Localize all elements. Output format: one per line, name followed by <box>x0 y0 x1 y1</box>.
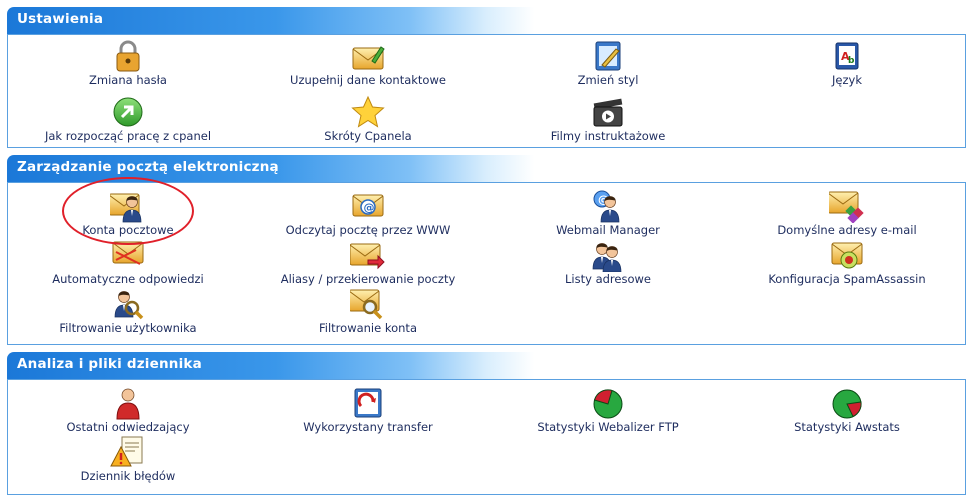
item-label: Filmy instruktażowe <box>550 129 666 143</box>
item-label: Statystyki Awstats <box>794 420 900 434</box>
email-accounts-link[interactable]: Konta pocztowe <box>8 189 248 237</box>
item-label: Webmail Manager <box>556 223 660 237</box>
item-label: Filtrowanie użytkownika <box>59 321 197 335</box>
item-label: Ostatni odwiedzający <box>66 420 190 434</box>
language-link[interactable]: A b Język <box>727 39 967 87</box>
item-label: Domyślne adresy e-mail <box>777 223 917 237</box>
awstats-link[interactable]: Statystyki Awstats <box>727 386 967 434</box>
error-log-icon <box>110 436 143 467</box>
shortcuts-link[interactable]: Skróty Cpanela <box>248 95 488 143</box>
section-logs: Analiza i pliki dziennika Ostatni odwied… <box>7 352 966 495</box>
change-style-link[interactable]: Zmień styl <box>488 39 728 87</box>
item-label: Filtrowanie konta <box>319 321 417 335</box>
item-label: Listy adresowe <box>565 272 651 286</box>
section-ustawienia: Ustawienia Zmiana hasła Uzupełnij dane k… <box>7 7 966 148</box>
latest-visitors-link[interactable]: Ostatni odwiedzający <box>8 386 248 434</box>
mailing-list-icon <box>590 238 626 272</box>
language-icon: A b <box>835 42 859 70</box>
awstats-pie-icon <box>832 389 862 419</box>
item-label: Jak rozpocząć pracę z cpanel <box>44 129 212 143</box>
webmail-manager-icon: @ <box>593 190 626 223</box>
spamassassin-link[interactable]: Konfiguracja SpamAssassin <box>727 238 967 286</box>
start-arrow-icon <box>113 97 143 127</box>
item-label: Zmiana hasła <box>89 73 167 87</box>
getting-started-link[interactable]: Jak rozpocząć pracę z cpanel <box>8 95 248 143</box>
autoresponders-link[interactable]: Automatyczne odpowiedzi <box>8 238 248 286</box>
envelope-contact-icon <box>350 46 385 73</box>
user-filtering-link[interactable]: Filtrowanie użytkownika <box>8 287 248 335</box>
webmail-link[interactable]: @ Odczytaj pocztę przez WWW <box>248 189 488 237</box>
section-body: Ostatni odwiedzający Wykorzystany transf… <box>7 379 966 495</box>
item-label: Zmień styl <box>577 73 639 87</box>
star-icon <box>351 95 385 128</box>
film-icon <box>593 98 623 127</box>
video-tutorials-link[interactable]: Filmy instruktażowe <box>488 95 728 143</box>
section-body: Zmiana hasła Uzupełnij dane kontaktowe Z… <box>7 34 966 148</box>
webalizer-ftp-link[interactable]: Statystyki Webalizer FTP <box>488 386 728 434</box>
section-title: Analiza i pliki dziennika <box>7 352 966 379</box>
section-email: Zarządzanie pocztą elektroniczną Konta p… <box>7 155 966 345</box>
change-password-link[interactable]: Zmiana hasła <box>8 39 248 87</box>
item-label: Odczytaj pocztę przez WWW <box>285 223 451 237</box>
error-log-link[interactable]: Dziennik błędów <box>8 435 248 483</box>
spam-icon <box>829 238 865 269</box>
section-body: Konta pocztowe @ Odczytaj pocztę przez W… <box>7 182 966 345</box>
svg-text:b: b <box>848 56 855 66</box>
item-label: Automatyczne odpowiedzi <box>52 272 204 286</box>
latest-visitors-icon <box>116 388 140 420</box>
item-label: Dziennik błędów <box>80 469 176 483</box>
forwarder-icon <box>350 238 385 270</box>
contact-info-link[interactable]: Uzupełnij dane kontaktowe <box>248 39 488 87</box>
user-filter-icon <box>110 287 144 320</box>
item-label: Uzupełnij dane kontaktowe <box>290 73 446 87</box>
item-label: Aliasy / przekierowanie poczty <box>280 272 456 286</box>
item-label: Skróty Cpanela <box>324 129 412 143</box>
account-filtering-link[interactable]: Filtrowanie konta <box>248 287 488 335</box>
bandwidth-link[interactable]: Wykorzystany transfer <box>248 386 488 434</box>
section-title: Ustawienia <box>7 7 966 34</box>
section-title: Zarządzanie pocztą elektroniczną <box>7 155 966 182</box>
webalizer-pie-icon <box>593 389 623 419</box>
mailing-lists-link[interactable]: Listy adresowe <box>488 238 728 286</box>
forwarders-link[interactable]: Aliasy / przekierowanie poczty <box>248 238 488 286</box>
autoresponder-icon <box>110 238 146 265</box>
item-label: Język <box>832 73 862 87</box>
webmail-icon: @ <box>350 189 386 223</box>
bandwidth-icon <box>354 388 382 418</box>
default-address-link[interactable]: Domyślne adresy e-mail <box>727 189 967 237</box>
svg-text:@: @ <box>364 201 375 214</box>
item-label: Konta pocztowe <box>82 223 174 237</box>
account-filter-icon <box>350 287 383 320</box>
padlock-icon <box>116 40 140 72</box>
mail-account-icon <box>110 189 146 223</box>
item-label: Statystyki Webalizer FTP <box>537 420 679 434</box>
webmail-manager-link[interactable]: @ Webmail Manager <box>488 189 728 237</box>
item-label: Wykorzystany transfer <box>303 420 433 434</box>
default-address-icon <box>829 189 864 223</box>
item-label: Konfiguracja SpamAssassin <box>768 272 926 286</box>
paint-style-icon <box>595 41 621 71</box>
